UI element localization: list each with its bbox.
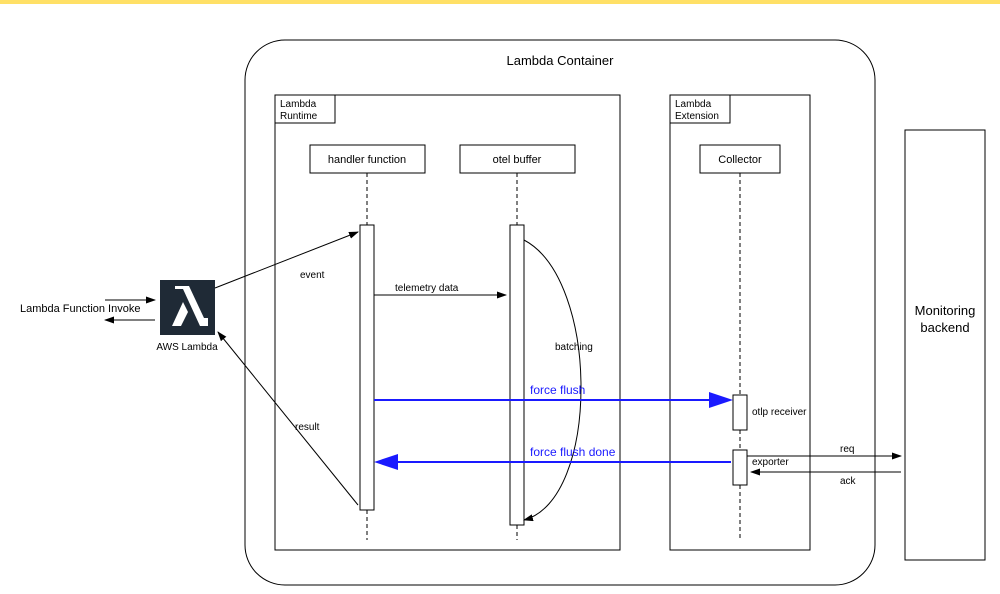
result-arrow xyxy=(218,332,358,505)
monitoring-label-2: backend xyxy=(920,320,969,335)
req-label: req xyxy=(840,444,854,455)
event-arrow xyxy=(215,232,358,288)
telemetry-label: telemetry data xyxy=(395,283,459,294)
event-label: event xyxy=(300,270,325,281)
lambda-container-box xyxy=(245,40,875,585)
lambda-runtime-label-1: Lambda xyxy=(280,99,317,110)
otlp-receiver-activation xyxy=(733,395,747,430)
otel-activation xyxy=(510,225,524,525)
exporter-label: exporter xyxy=(752,457,789,468)
lambda-runtime-label-2: Runtime xyxy=(280,111,318,122)
batching-label: batching xyxy=(555,342,593,353)
monitoring-label-1: Monitoring xyxy=(915,303,976,318)
exporter-activation xyxy=(733,450,747,485)
collector-label: Collector xyxy=(718,154,762,166)
ack-label: ack xyxy=(840,476,857,487)
lambda-extension-label-2: Extension xyxy=(675,111,719,122)
monitoring-backend-box xyxy=(905,130,985,560)
lambda-extension-label-1: Lambda xyxy=(675,99,712,110)
batching-loop xyxy=(524,240,581,520)
handler-activation xyxy=(360,225,374,510)
result-label: result xyxy=(295,422,320,433)
lambda-container-title: Lambda Container xyxy=(507,53,615,68)
otel-buffer-label: otel buffer xyxy=(493,154,542,166)
handler-function-label: handler function xyxy=(328,154,406,166)
otlp-receiver-label: otlp receiver xyxy=(752,407,807,418)
invoke-label: Lambda Function Invoke xyxy=(20,303,140,315)
aws-lambda-label: AWS Lambda xyxy=(156,342,218,353)
diagram-canvas: Lambda Container Lambda Runtime Lambda E… xyxy=(0,0,1000,594)
force-flush-done-label: force flush done xyxy=(530,445,616,459)
force-flush-label: force flush xyxy=(530,383,585,397)
